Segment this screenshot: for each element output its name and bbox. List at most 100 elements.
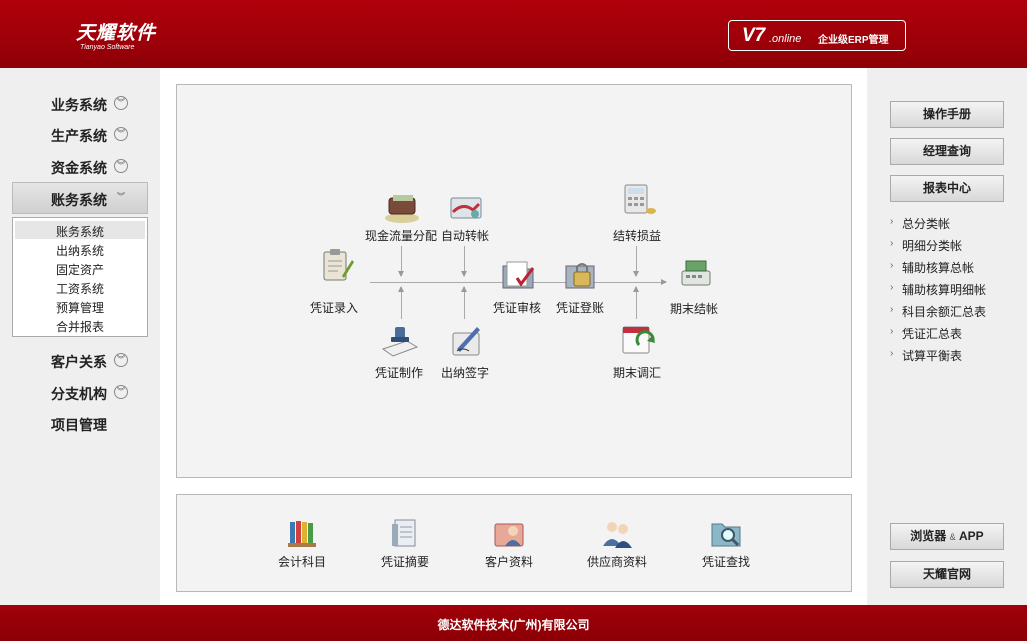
report-link-label: 辅助核算总帐 bbox=[902, 261, 975, 275]
nav-item-label: 账务系统 bbox=[51, 192, 107, 208]
flow-arrow-up bbox=[633, 286, 639, 319]
quick-item-label: 凭证查找 bbox=[701, 555, 750, 569]
nav-item-label: 项目管理 bbox=[51, 417, 107, 433]
version-number: V7 bbox=[742, 25, 766, 46]
company-logo[interactable]: 天耀软件 Tianyao Software bbox=[76, 18, 156, 51]
subnav-item-budget[interactable]: 预算管理 bbox=[15, 297, 145, 315]
chevron-down-icon: ︾ bbox=[114, 159, 128, 173]
subnav-item-payroll[interactable]: 工资系统 bbox=[15, 278, 145, 296]
footer-bar: 德达软件技术(广州)有限公司 bbox=[0, 605, 1027, 641]
flow-node-label: 期末调汇 bbox=[612, 366, 661, 380]
document-stack-icon bbox=[392, 519, 416, 547]
wallet-money-icon bbox=[385, 195, 419, 223]
browser-label: 浏览器 bbox=[910, 529, 947, 543]
quick-customer-data[interactable]: 客户资料 bbox=[464, 518, 554, 574]
chevron-right-icon: › bbox=[890, 238, 894, 249]
chevron-right-icon: › bbox=[890, 260, 894, 271]
subnav-item-label: 固定资产 bbox=[56, 263, 105, 277]
nav-item-business[interactable]: 业务系统 ︾ bbox=[12, 87, 148, 119]
report-link-label: 总分类帐 bbox=[902, 217, 951, 231]
logo-main-text: 天耀软件 bbox=[76, 23, 157, 44]
browser-app-button[interactable]: 浏览器 & APP bbox=[890, 523, 1004, 550]
report-link-label: 试算平衡表 bbox=[902, 349, 963, 363]
version-online: .online bbox=[769, 33, 802, 45]
accounting-submenu: 账务系统 出纳系统 固定资产 工资系统 预算管理 合并报表 bbox=[12, 217, 148, 337]
quick-voucher-summary[interactable]: 凭证摘要 bbox=[360, 518, 450, 574]
report-link-label: 明细分类帐 bbox=[902, 239, 963, 253]
quick-item-label: 客户资料 bbox=[484, 555, 533, 569]
subnav-item-label: 工资系统 bbox=[56, 282, 105, 296]
subnav-item-consolidated[interactable]: 合并报表 bbox=[15, 316, 145, 334]
flow-arrow-up bbox=[398, 286, 404, 319]
nav-item-accounting[interactable]: 账务系统 ︾ bbox=[12, 182, 148, 214]
quick-item-label: 凭证摘要 bbox=[380, 555, 429, 569]
nav-item-funds[interactable]: 资金系统 ︾ bbox=[12, 150, 148, 182]
chevron-right-icon: › bbox=[890, 282, 894, 293]
flow-node-label: 结转损益 bbox=[612, 229, 661, 243]
report-center-button[interactable]: 报表中心 bbox=[890, 175, 1004, 202]
subnav-item-label: 账务系统 bbox=[56, 225, 105, 239]
flow-node-label: 期末结帐 bbox=[669, 302, 718, 316]
official-site-button[interactable]: 天耀官网 bbox=[890, 561, 1004, 588]
report-link-label: 凭证汇总表 bbox=[902, 327, 963, 341]
app-label: APP bbox=[959, 529, 984, 543]
header-bar: 天耀软件 Tianyao Software V7 .online 企业级ERP管… bbox=[0, 0, 1027, 68]
transfer-card-icon bbox=[450, 197, 482, 219]
flow-auto-transfer[interactable]: 自动转帐 bbox=[417, 190, 513, 260]
chevron-down-icon: ︾ bbox=[114, 96, 128, 110]
chevron-down-icon: ︾ bbox=[114, 127, 128, 141]
stamp-document-icon bbox=[381, 327, 419, 357]
flow-node-label: 出纳签字 bbox=[440, 366, 489, 380]
chevron-down-icon: ︾ bbox=[114, 385, 128, 399]
folder-search-icon bbox=[711, 523, 741, 547]
nav-item-label: 业务系统 bbox=[51, 97, 107, 113]
report-link-label: 科目余额汇总表 bbox=[902, 305, 987, 319]
nav-item-label: 客户关系 bbox=[51, 354, 107, 370]
flow-voucher-post[interactable]: 凭证登账 bbox=[532, 258, 628, 328]
calculator-coins-icon bbox=[624, 184, 656, 214]
logo-sub-text: Tianyao Software bbox=[80, 44, 135, 51]
subnav-item-fixed-assets[interactable]: 固定资产 bbox=[15, 259, 145, 277]
flow-period-close[interactable]: 期末结帐 bbox=[646, 255, 742, 325]
lock-folder-icon bbox=[565, 263, 595, 289]
flow-node-label: 凭证录入 bbox=[309, 301, 358, 315]
chevron-right-icon: › bbox=[890, 216, 894, 227]
quick-voucher-search[interactable]: 凭证查找 bbox=[681, 518, 771, 574]
chevron-right-icon: › bbox=[890, 348, 894, 359]
nav-item-production[interactable]: 生产系统 ︾ bbox=[12, 118, 148, 150]
manager-query-button[interactable]: 经理查询 bbox=[890, 138, 1004, 165]
chevron-right-icon: › bbox=[890, 304, 894, 315]
subnav-item-cashier[interactable]: 出纳系统 bbox=[15, 240, 145, 258]
subnav-item-accounting[interactable]: 账务系统 bbox=[15, 221, 145, 239]
report-link-label: 辅助核算明细帐 bbox=[902, 283, 987, 297]
manual-button[interactable]: 操作手册 bbox=[890, 101, 1004, 128]
nav-item-projects[interactable]: 项目管理 bbox=[12, 407, 148, 439]
subnav-item-label: 合并报表 bbox=[56, 320, 105, 334]
flow-arrow-up bbox=[461, 286, 467, 319]
customer-card-icon bbox=[494, 523, 524, 547]
nav-item-branches[interactable]: 分支机构 ︾ bbox=[12, 376, 148, 408]
flow-node-label: 凭证登账 bbox=[555, 301, 604, 315]
quick-accounting-subjects[interactable]: 会计科目 bbox=[257, 518, 347, 574]
nav-item-label: 资金系统 bbox=[51, 160, 107, 176]
nav-item-label: 分支机构 bbox=[51, 386, 107, 402]
quick-item-label: 会计科目 bbox=[277, 555, 326, 569]
chevron-down-icon: ︾ bbox=[114, 353, 128, 367]
nav-item-crm[interactable]: 客户关系 ︾ bbox=[12, 344, 148, 376]
sign-pen-icon bbox=[452, 327, 480, 356]
version-description: 企业级ERP管理 bbox=[818, 35, 889, 46]
flow-period-adjust[interactable]: 期末调汇 bbox=[589, 321, 685, 391]
books-icon bbox=[288, 521, 316, 547]
chevron-right-icon: › bbox=[890, 326, 894, 337]
calendar-exchange-icon bbox=[622, 326, 655, 354]
browser-amp: & bbox=[949, 532, 956, 542]
quick-item-label: 供应商资料 bbox=[586, 555, 647, 569]
flow-profit-transfer[interactable]: 结转损益 bbox=[589, 181, 685, 251]
quick-supplier-data[interactable]: 供应商资料 bbox=[572, 518, 662, 574]
subnav-item-label: 出纳系统 bbox=[56, 244, 105, 258]
version-badge: V7 .online 企业级ERP管理 bbox=[728, 20, 906, 51]
chevron-down-icon: ︾ bbox=[117, 192, 125, 201]
subnav-item-label: 预算管理 bbox=[56, 301, 105, 315]
flow-cashier-sign[interactable]: 出纳签字 bbox=[417, 323, 513, 393]
flow-node-label: 自动转帐 bbox=[440, 229, 489, 243]
